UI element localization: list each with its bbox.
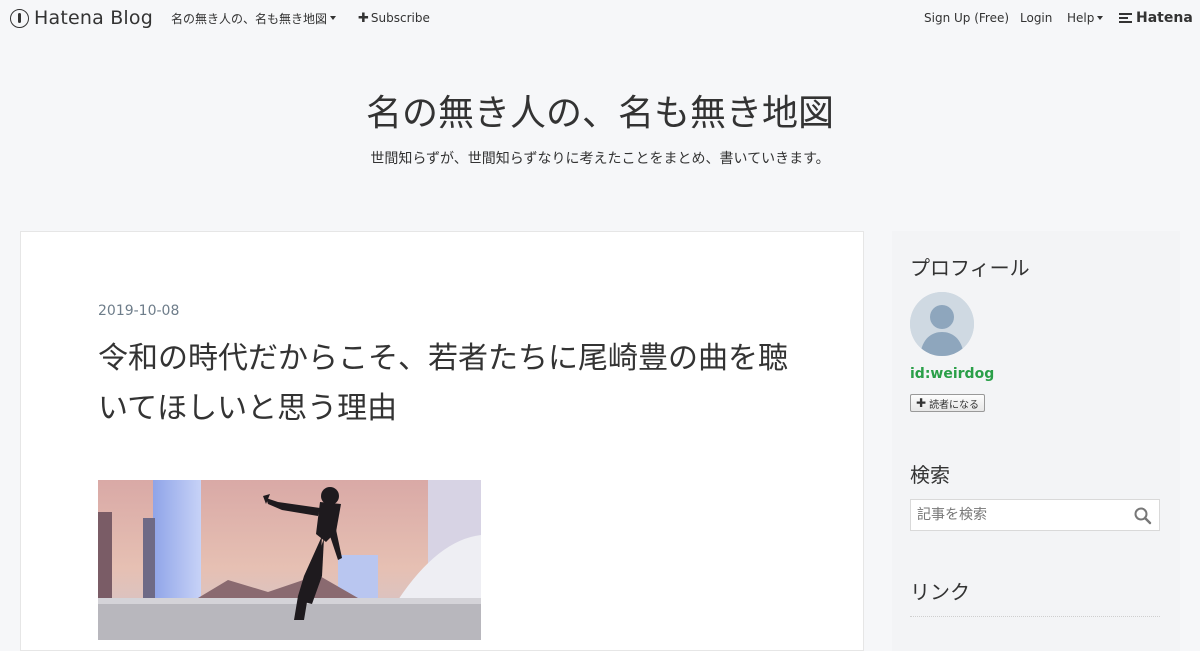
hatena-link[interactable]: Hatena bbox=[1119, 0, 1193, 36]
help-label: Help bbox=[1067, 11, 1095, 25]
login-link[interactable]: Login bbox=[1020, 0, 1052, 36]
reader-button-label: 読者になる bbox=[929, 399, 980, 411]
help-menu[interactable]: Help bbox=[1067, 0, 1104, 36]
hatena-blog-pen-icon bbox=[10, 8, 29, 28]
profile-id-link[interactable]: id:weirdog bbox=[910, 366, 994, 382]
search-module-title: 検索 bbox=[910, 463, 950, 487]
signup-link[interactable]: Sign Up (Free) bbox=[924, 0, 1009, 36]
blog-description: 世間知らずが、世間知らずなりに考えたことをまとめ、書いていきます。 bbox=[370, 151, 830, 167]
search-input[interactable] bbox=[911, 500, 1126, 530]
sidebar: プロフィール id:weirdog ✚ 読者になる 検索 リンク bbox=[892, 231, 1180, 651]
hatena-label: Hatena bbox=[1136, 10, 1193, 26]
links-module-title: リンク bbox=[910, 580, 970, 604]
blog-header: 名の無き人の、名も無き地図 世間知らずが、世間知らずなりに考えたことをまとめ、書… bbox=[0, 80, 1200, 168]
entry-eyecatch-image[interactable] bbox=[98, 480, 481, 640]
blog-title[interactable]: 名の無き人の、名も無き地図 bbox=[0, 90, 1200, 138]
plus-icon: ✚ bbox=[916, 396, 927, 410]
global-header: Hatena Blog 名の無き人の、名も無き地図 ✚ Subscribe Si… bbox=[0, 0, 1200, 36]
user-silhouette-icon bbox=[910, 292, 974, 356]
plus-icon: ✚ bbox=[358, 10, 369, 26]
caret-down-icon bbox=[1097, 16, 1104, 20]
hatena-mark-icon bbox=[1119, 11, 1132, 25]
hatena-blog-logo-text: Hatena Blog bbox=[34, 7, 153, 29]
album-cover-illustration bbox=[98, 480, 481, 640]
links-divider bbox=[910, 616, 1160, 617]
entry-title[interactable]: 令和の時代だからこそ、若者たちに尾崎豊の曲を聴いてほしいと思う理由 bbox=[98, 334, 798, 434]
search-box bbox=[910, 499, 1160, 531]
profile-module-title: プロフィール bbox=[910, 256, 1030, 280]
blog-menu-dropdown[interactable]: 名の無き人の、名も無き地図 bbox=[171, 0, 337, 36]
profile-avatar[interactable] bbox=[910, 292, 974, 356]
blog-menu-label: 名の無き人の、名も無き地図 bbox=[171, 11, 328, 26]
become-reader-button[interactable]: ✚ 読者になる bbox=[910, 394, 986, 412]
entry-card: 2019-10-08 令和の時代だからこそ、若者たちに尾崎豊の曲を聴いてほしいと… bbox=[20, 231, 864, 651]
caret-down-icon bbox=[330, 16, 337, 20]
subscribe-label: Subscribe bbox=[370, 11, 430, 25]
hatena-blog-logo[interactable]: Hatena Blog bbox=[10, 0, 153, 36]
entry-date[interactable]: 2019-10-08 bbox=[98, 303, 179, 319]
search-icon[interactable] bbox=[1133, 506, 1153, 526]
subscribe-button[interactable]: ✚ Subscribe bbox=[358, 0, 430, 36]
